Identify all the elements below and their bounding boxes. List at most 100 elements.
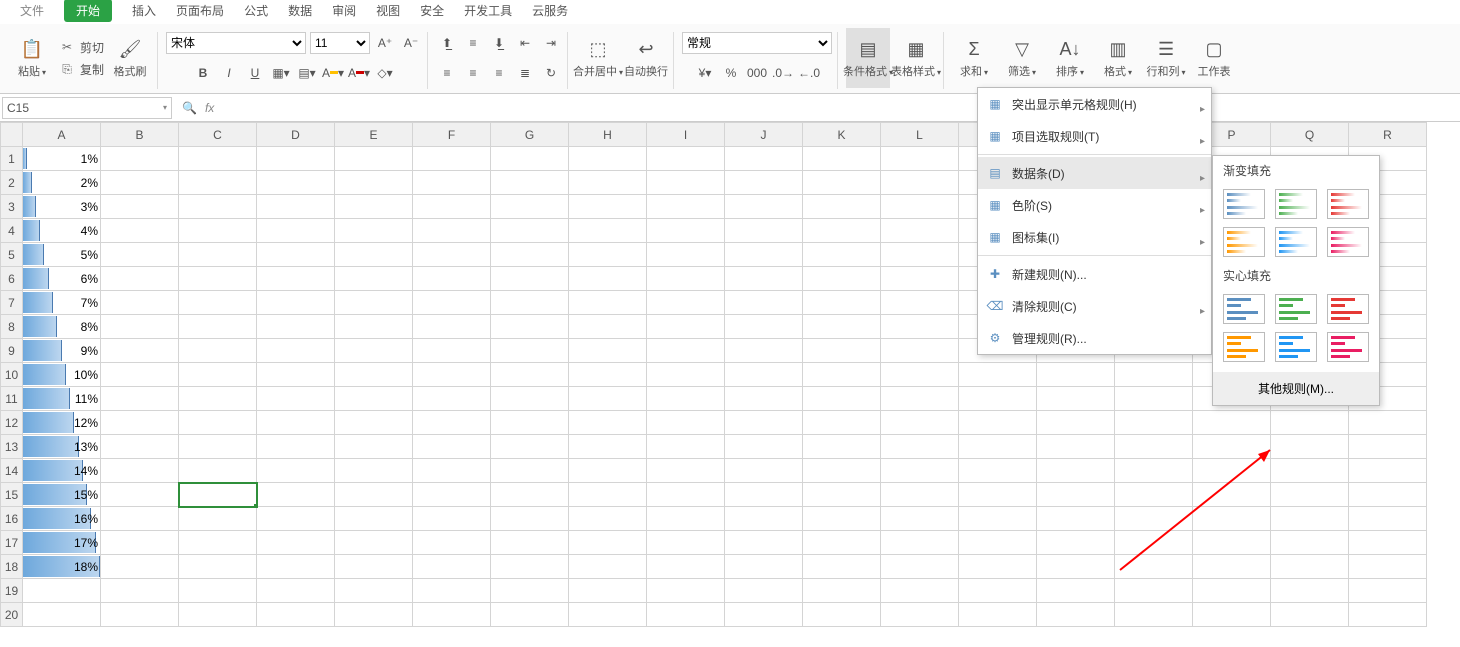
cell-G17[interactable]	[491, 531, 569, 555]
cell-K12[interactable]	[803, 411, 881, 435]
cell-N12[interactable]	[1037, 411, 1115, 435]
col-header-A[interactable]: A	[23, 123, 101, 147]
cell-D13[interactable]	[257, 435, 335, 459]
cell-J4[interactable]	[725, 219, 803, 243]
cell-I4[interactable]	[647, 219, 725, 243]
cell-J19[interactable]	[725, 579, 803, 603]
qat-file[interactable]: 文件	[20, 2, 44, 19]
cell-D12[interactable]	[257, 411, 335, 435]
cell-H13[interactable]	[569, 435, 647, 459]
cell-H14[interactable]	[569, 459, 647, 483]
cell-M11[interactable]	[959, 387, 1037, 411]
col-header-Q[interactable]: Q	[1271, 123, 1349, 147]
row-header-14[interactable]: 14	[1, 459, 23, 483]
indent-dec-button[interactable]: ⇤	[514, 32, 536, 54]
cell-E15[interactable]	[335, 483, 413, 507]
cell-K10[interactable]	[803, 363, 881, 387]
cell-Q13[interactable]	[1271, 435, 1349, 459]
cell-F16[interactable]	[413, 507, 491, 531]
cell-E20[interactable]	[335, 603, 413, 627]
cell-R14[interactable]	[1349, 459, 1427, 483]
cell-L13[interactable]	[881, 435, 959, 459]
cell-G8[interactable]	[491, 315, 569, 339]
cell-B2[interactable]	[101, 171, 179, 195]
cell-D10[interactable]	[257, 363, 335, 387]
cell-G9[interactable]	[491, 339, 569, 363]
cell-B1[interactable]	[101, 147, 179, 171]
cell-E19[interactable]	[335, 579, 413, 603]
format-button[interactable]: ▥格式	[1096, 28, 1140, 88]
col-header-J[interactable]: J	[725, 123, 803, 147]
cell-N15[interactable]	[1037, 483, 1115, 507]
name-box[interactable]: C15▾	[2, 97, 172, 119]
cell-O10[interactable]	[1115, 363, 1193, 387]
solid-swatch-0[interactable]	[1223, 332, 1265, 362]
row-header-8[interactable]: 8	[1, 315, 23, 339]
cell-A8[interactable]: 8%	[23, 315, 101, 339]
rowcol-button[interactable]: ☰行和列	[1144, 28, 1188, 88]
cell-M15[interactable]	[959, 483, 1037, 507]
align-justify-button[interactable]: ≣	[514, 62, 536, 84]
border-button[interactable]: ▦▾	[270, 62, 292, 84]
cell-F20[interactable]	[413, 603, 491, 627]
cell-J7[interactable]	[725, 291, 803, 315]
cell-M19[interactable]	[959, 579, 1037, 603]
cell-B12[interactable]	[101, 411, 179, 435]
cell-I1[interactable]	[647, 147, 725, 171]
cell-F13[interactable]	[413, 435, 491, 459]
dec-decimal-button[interactable]: ←.0	[798, 62, 820, 84]
cell-Q12[interactable]	[1271, 411, 1349, 435]
cell-J3[interactable]	[725, 195, 803, 219]
cell-J9[interactable]	[725, 339, 803, 363]
cell-C19[interactable]	[179, 579, 257, 603]
more-rules-button[interactable]: 其他规则(M)...	[1213, 372, 1379, 405]
cell-L3[interactable]	[881, 195, 959, 219]
cell-G14[interactable]	[491, 459, 569, 483]
row-header-18[interactable]: 18	[1, 555, 23, 579]
cell-K19[interactable]	[803, 579, 881, 603]
cell-A1[interactable]: 1%	[23, 147, 101, 171]
merge-center-button[interactable]: ⬚合并居中	[576, 28, 620, 88]
cell-Q17[interactable]	[1271, 531, 1349, 555]
cell-O15[interactable]	[1115, 483, 1193, 507]
menu-top-rules[interactable]: ▦项目选取规则(T)	[978, 120, 1211, 152]
cell-C16[interactable]	[179, 507, 257, 531]
cell-G7[interactable]	[491, 291, 569, 315]
cell-D2[interactable]	[257, 171, 335, 195]
cell-J6[interactable]	[725, 267, 803, 291]
cell-F6[interactable]	[413, 267, 491, 291]
cell-F15[interactable]	[413, 483, 491, 507]
col-header-E[interactable]: E	[335, 123, 413, 147]
solid-swatch-0[interactable]	[1223, 294, 1265, 324]
align-right-button[interactable]: ≡	[488, 62, 510, 84]
cell-F19[interactable]	[413, 579, 491, 603]
cell-K1[interactable]	[803, 147, 881, 171]
cell-P14[interactable]	[1193, 459, 1271, 483]
cell-J18[interactable]	[725, 555, 803, 579]
bold-button[interactable]: B	[192, 62, 214, 84]
cell-D18[interactable]	[257, 555, 335, 579]
conditional-format-button[interactable]: ▤条件格式	[846, 28, 890, 88]
cell-C20[interactable]	[179, 603, 257, 627]
cell-G13[interactable]	[491, 435, 569, 459]
cell-R18[interactable]	[1349, 555, 1427, 579]
paste-button[interactable]: 📋 粘贴	[10, 28, 54, 88]
clear-format-button[interactable]: ◇▾	[374, 62, 396, 84]
cell-I10[interactable]	[647, 363, 725, 387]
cell-J5[interactable]	[725, 243, 803, 267]
cell-D6[interactable]	[257, 267, 335, 291]
percent-button[interactable]: %	[720, 62, 742, 84]
cell-B6[interactable]	[101, 267, 179, 291]
tab-insert[interactable]: 插入	[132, 2, 156, 19]
row-header-11[interactable]: 11	[1, 387, 23, 411]
row-header-13[interactable]: 13	[1, 435, 23, 459]
row-header-12[interactable]: 12	[1, 411, 23, 435]
menu-new-rule[interactable]: ✚新建规则(N)...	[978, 258, 1211, 290]
row-header-1[interactable]: 1	[1, 147, 23, 171]
cell-F1[interactable]	[413, 147, 491, 171]
cell-O19[interactable]	[1115, 579, 1193, 603]
cell-G4[interactable]	[491, 219, 569, 243]
cell-L16[interactable]	[881, 507, 959, 531]
cell-M20[interactable]	[959, 603, 1037, 627]
cell-B5[interactable]	[101, 243, 179, 267]
